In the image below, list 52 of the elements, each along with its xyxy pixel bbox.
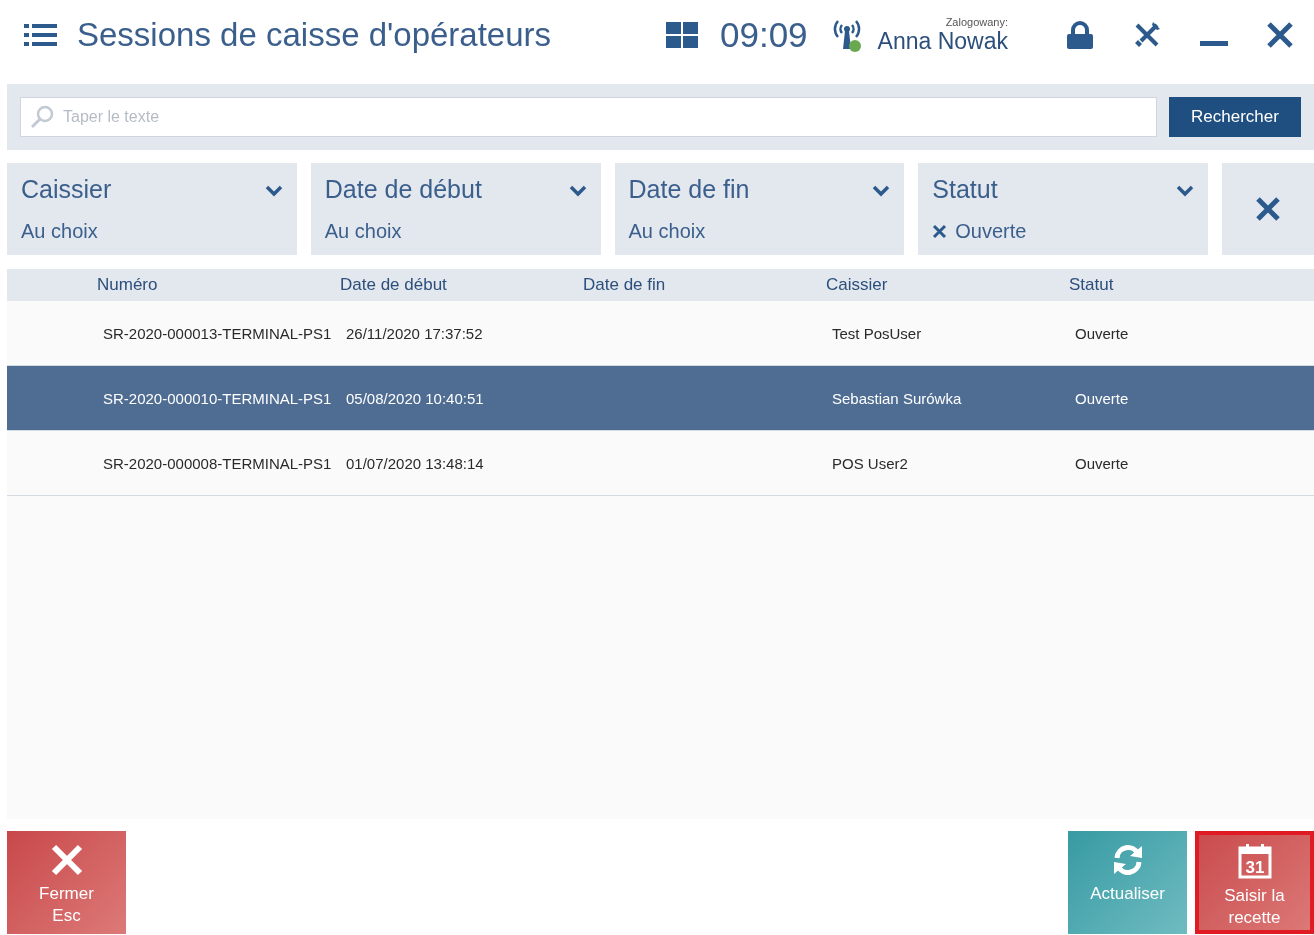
chevron-down-icon	[568, 185, 587, 197]
close-icon[interactable]	[1266, 21, 1294, 49]
filter-dropdown[interactable]: Date de début Au choix	[310, 163, 601, 255]
table-row[interactable]: SR-2020-000010-TERMINAL-PS1 05/08/2020 10:40:51 Sebastian Surówka Ouverte	[7, 366, 1314, 431]
column-header[interactable]: Numéro	[97, 275, 340, 295]
close-icon	[49, 843, 84, 877]
filter-value: Au choix	[21, 220, 98, 243]
table-cell: 05/08/2020 10:40:51	[346, 389, 484, 407]
table-cell: Sebastian Surówka	[832, 389, 962, 407]
table-cell: Ouverte	[1075, 454, 1129, 472]
search-button[interactable]: Rechercher	[1169, 97, 1301, 137]
filter-value: Ouverte	[955, 220, 1027, 243]
table-cell: 26/11/2020 17:37:52	[346, 324, 483, 342]
filter-label: Date de fin	[628, 175, 750, 204]
filter-label: Caissier	[21, 175, 112, 204]
calendar-button[interactable]: 31 Saisir la recette	[1195, 831, 1314, 934]
column-header[interactable]: Date de fin	[583, 275, 826, 295]
table-cell: SR-2020-000008-TERMINAL-PS1	[103, 454, 332, 472]
user-label: Zalogowany:	[945, 15, 1008, 28]
clock-time: 09:09	[720, 15, 808, 55]
table-cell: 01/07/2020 13:48:14	[346, 454, 484, 472]
filter-dropdown[interactable]: Caissier Au choix	[7, 163, 297, 255]
menu-icon[interactable]	[24, 24, 57, 46]
table-cell: Test PosUser	[832, 324, 922, 342]
calendar-icon: 31	[1237, 843, 1272, 879]
filter-label: Date de début	[324, 175, 482, 204]
chevron-down-icon	[1176, 185, 1195, 197]
filter-dropdown[interactable]: Date de fin Au choix	[614, 163, 905, 255]
remove-icon[interactable]	[932, 224, 948, 239]
close-icon	[1255, 196, 1281, 222]
user-name: Anna Nowak	[877, 27, 1008, 55]
clear-filters-button[interactable]	[1222, 163, 1314, 255]
column-header[interactable]: Statut	[1069, 275, 1312, 295]
table-cell: SR-2020-000010-TERMINAL-PS1	[103, 389, 332, 407]
lock-icon[interactable]	[1066, 21, 1094, 49]
column-header[interactable]: Caissier	[826, 275, 1069, 295]
search-icon	[30, 105, 54, 129]
table-cell: Ouverte	[1075, 389, 1129, 407]
filter-label: Statut	[932, 175, 998, 204]
filter-value: Au choix	[324, 220, 402, 243]
tiles-icon[interactable]	[666, 22, 698, 48]
table-cell: POS User2	[832, 454, 908, 472]
chevron-down-icon	[872, 185, 891, 197]
table-cell: SR-2020-000013-TERMINAL-PS1	[103, 324, 332, 342]
search-field[interactable]: Taper le texte	[20, 97, 1157, 137]
table-cell: Ouverte	[1075, 324, 1129, 342]
filter-value: Au choix	[628, 220, 706, 243]
column-header[interactable]: Date de début	[340, 275, 583, 295]
window-title: Sessions de caisse d'opérateurs	[77, 16, 553, 54]
filter-dropdown[interactable]: Statut Ouverte	[918, 163, 1209, 255]
close-button[interactable]: Fermer Esc	[7, 831, 126, 934]
chevron-down-icon	[264, 185, 283, 197]
